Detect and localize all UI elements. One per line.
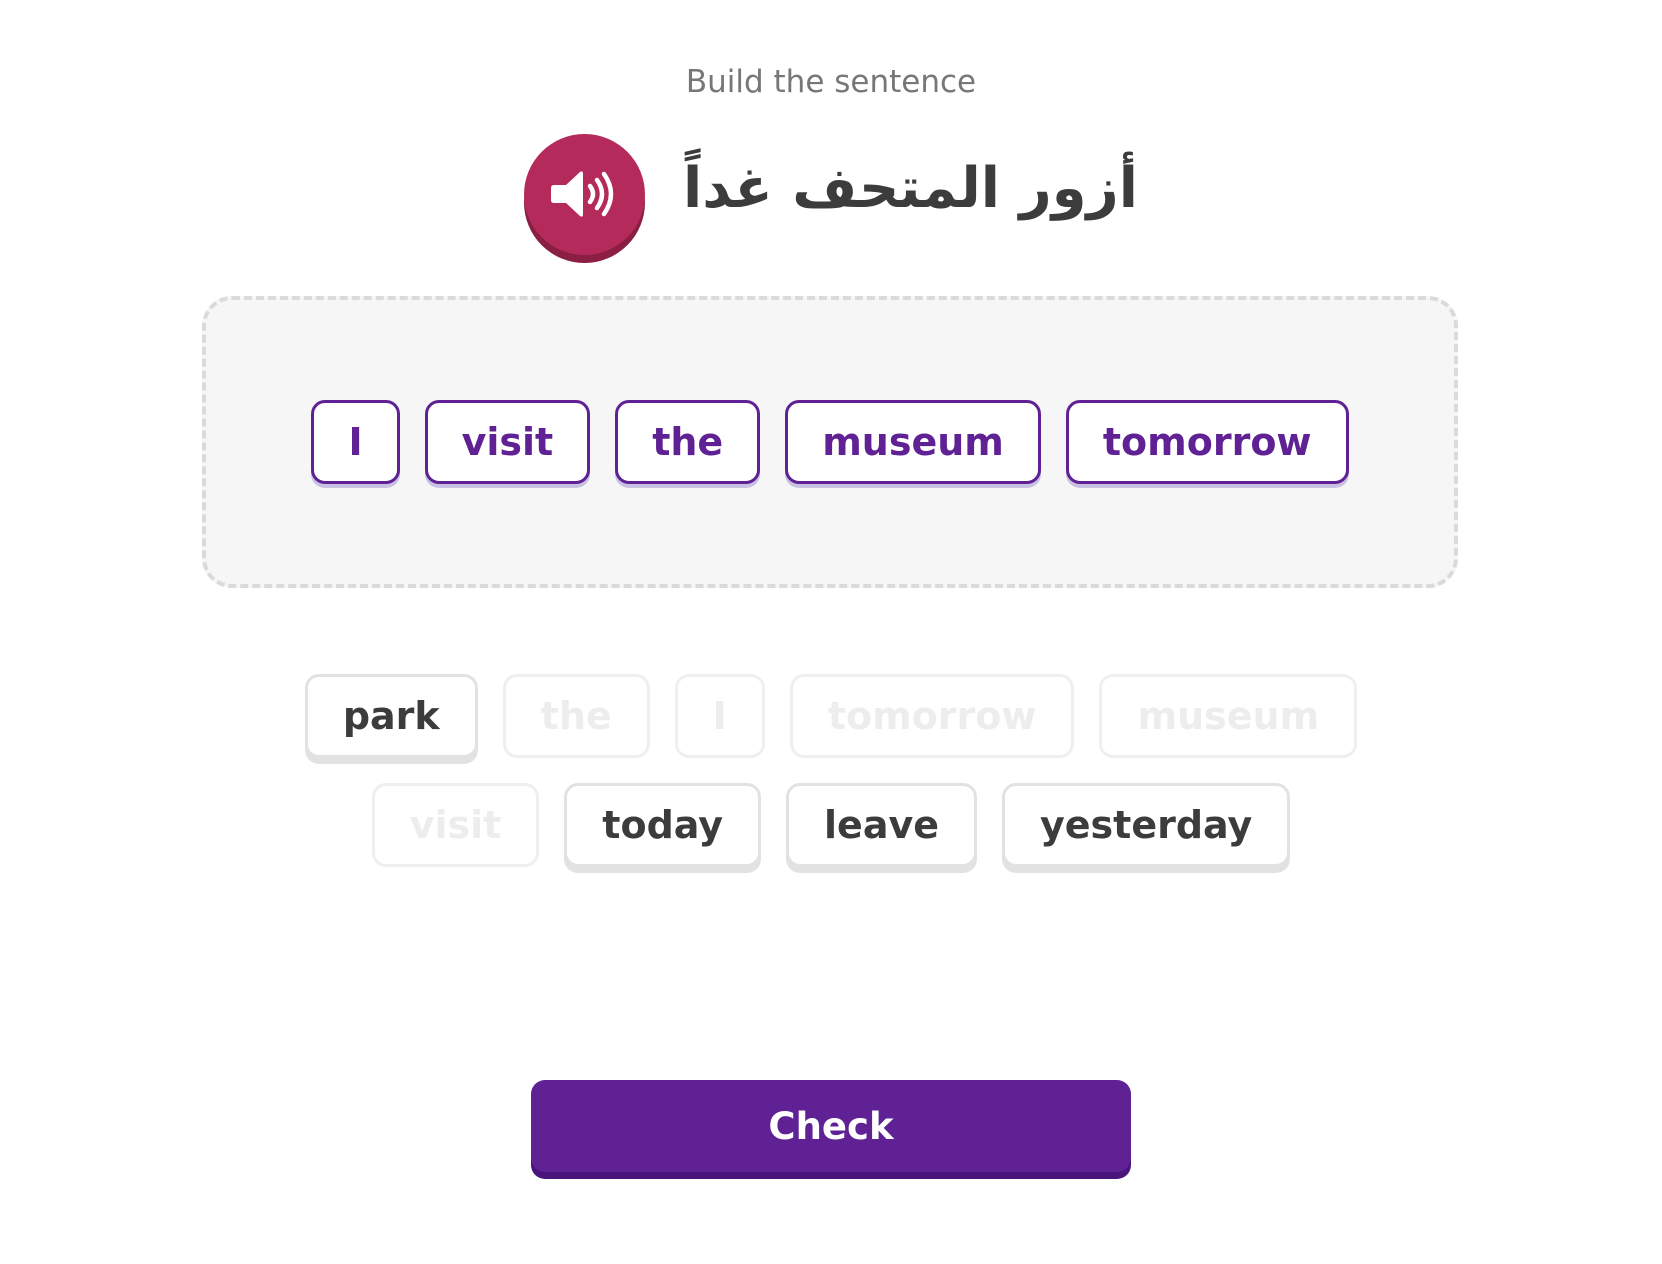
word-tile[interactable]: park [304, 674, 478, 758]
word-tile-used: visit [371, 783, 540, 867]
word-tile[interactable]: today [564, 783, 762, 867]
word-tile[interactable]: leave [786, 783, 977, 867]
play-audio-button[interactable] [524, 133, 646, 255]
word-tile-used: I [674, 674, 765, 758]
word-tile[interactable]: yesterday [1002, 783, 1291, 867]
speaker-icon [550, 171, 613, 217]
prompt-sentence: أزور المتحف غداً [683, 155, 1138, 221]
answer-tile[interactable]: museum [785, 400, 1041, 484]
word-tile-used: tomorrow [789, 674, 1075, 758]
check-button[interactable]: Check [531, 1080, 1131, 1172]
answer-tile[interactable]: I [311, 400, 400, 484]
instruction-text: Build the sentence [685, 64, 977, 100]
answer-tile[interactable]: tomorrow [1065, 400, 1349, 484]
word-bank: park the I tomorrow museum visit today l… [0, 674, 1662, 892]
word-tile-used: the [502, 674, 650, 758]
word-bank-row: visit today leave yesterday [0, 783, 1662, 867]
answer-tile[interactable]: the [615, 400, 761, 484]
word-bank-row: park the I tomorrow museum [0, 674, 1662, 758]
sentence-builder-exercise: Build the sentence أزور المتحف غداً I vi… [0, 0, 1662, 1264]
word-tile-used: museum [1099, 674, 1358, 758]
answer-tile[interactable]: visit [424, 400, 591, 484]
prompt-row: أزور المتحف غداً [0, 133, 1662, 263]
answer-area[interactable]: I visit the museum tomorrow [202, 296, 1458, 588]
